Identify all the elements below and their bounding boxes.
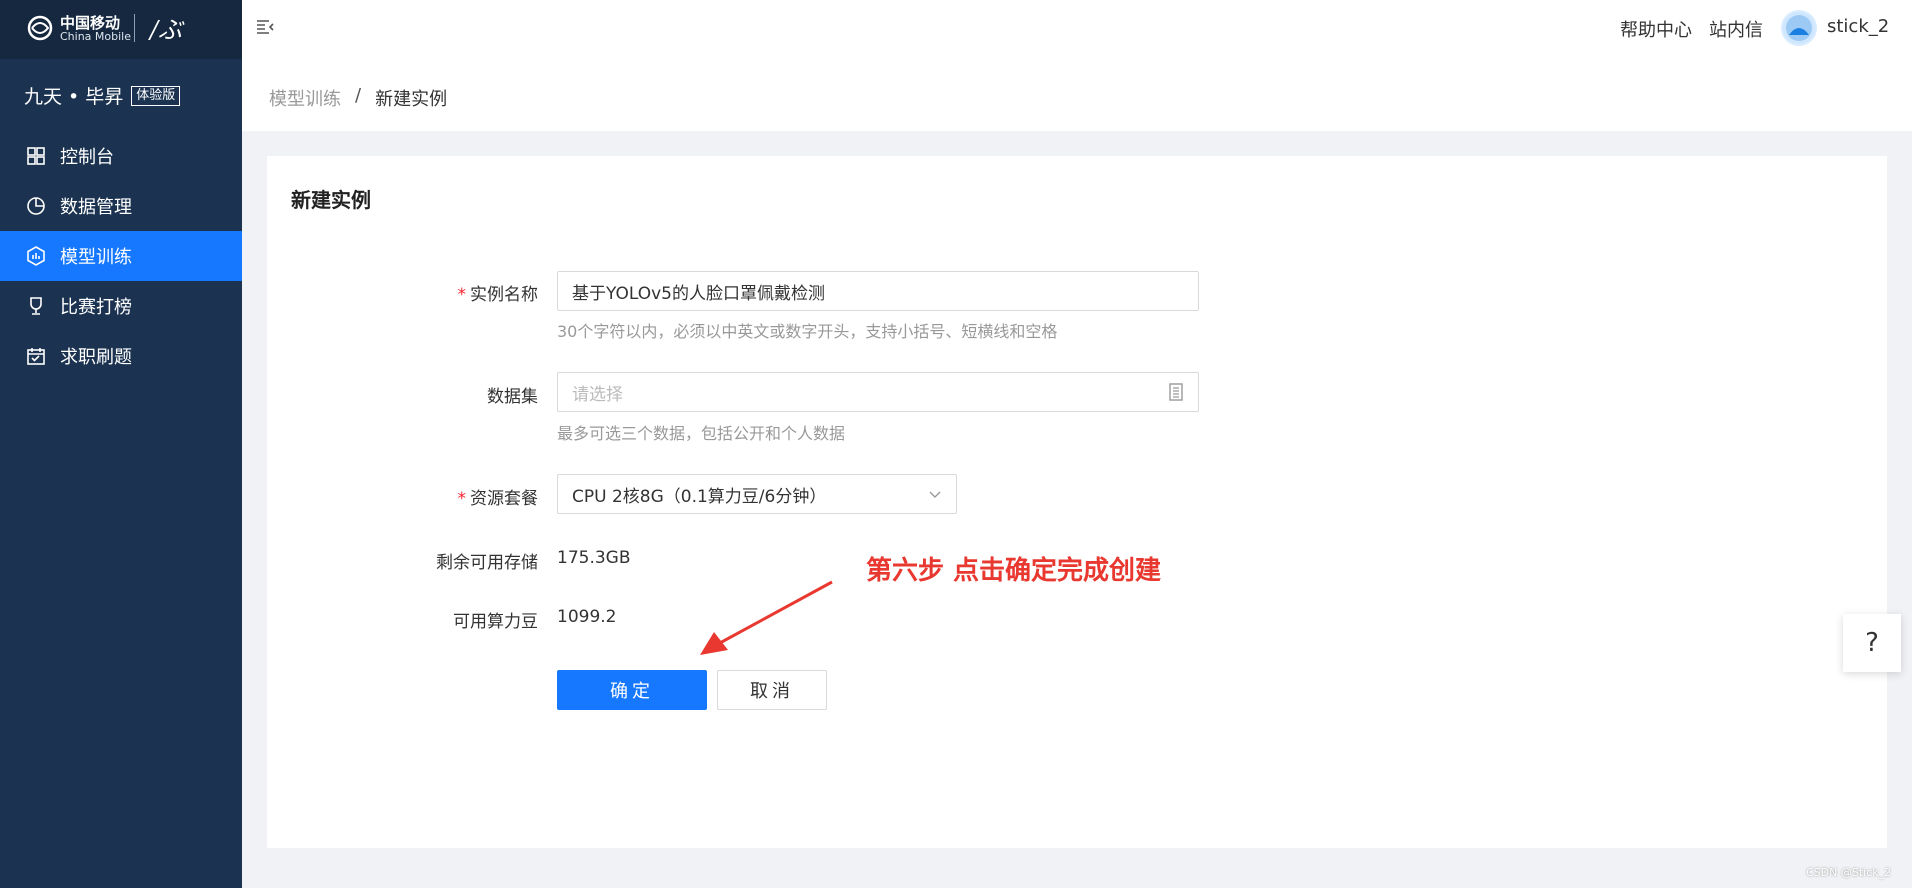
pie-chart-icon: [25, 195, 47, 217]
resource-label: * 资源套餐: [457, 489, 539, 509]
required-mark: *: [457, 285, 467, 305]
help-center-link[interactable]: 帮助中心: [1620, 16, 1692, 42]
menu-collapse-icon[interactable]: [254, 16, 276, 38]
username[interactable]: stick_2: [1827, 16, 1889, 37]
compute-beans-label: 可用算力豆: [453, 612, 538, 632]
logo-divider: [134, 14, 135, 42]
user-avatar-icon: [1786, 15, 1812, 41]
sidebar-item-console[interactable]: 控制台: [0, 131, 242, 181]
sidebar-item-label: 模型训练: [60, 247, 132, 268]
annotation-arrow-icon: [700, 580, 833, 655]
tutorial-annotation: 第六步 点击确定完成创建: [866, 556, 1162, 586]
sidebar-item-label: 求职刷题: [60, 347, 132, 368]
sidebar-item-job-practice[interactable]: 求职刷题: [0, 331, 242, 381]
breadcrumb-bar: 模型训练 / 新建实例: [242, 59, 1912, 131]
brand: 九天 • 毕昇 体验版: [24, 82, 181, 109]
resource-select[interactable]: CPU 2核8G（0.1算力豆/6分钟）: [557, 474, 957, 514]
brand-badge: 体验版: [131, 85, 181, 106]
sidebar-item-model-training[interactable]: 模型训练: [0, 231, 242, 281]
instance-name-value: 基于YOLOv5的人脸口罩佩戴检测: [572, 283, 825, 304]
logo-bar: 中国移动 China Mobile /ぶ: [0, 0, 242, 59]
page-title: 新建实例: [291, 188, 371, 212]
breadcrumb-separator: /: [355, 85, 362, 106]
storage-label: 剩余可用存储: [436, 553, 538, 573]
resource-value: CPU 2核8G（0.1算力豆/6分钟）: [572, 486, 827, 507]
model-training-icon: [25, 245, 47, 267]
breadcrumb-parent[interactable]: 模型训练: [269, 85, 341, 111]
logo-signature: /ぶ: [150, 16, 183, 44]
dataset-help: 最多可选三个数据，包括公开和个人数据: [557, 424, 846, 443]
sidebar-item-label: 比赛打榜: [60, 297, 132, 318]
floating-help-button[interactable]: ?: [1843, 614, 1901, 672]
top-header: 帮助中心 站内信 stick_2: [242, 0, 1912, 59]
confirm-button[interactable]: 确定: [557, 670, 707, 710]
instance-name-input[interactable]: 基于YOLOv5的人脸口罩佩戴检测: [557, 271, 1199, 311]
china-mobile-logo-icon: [27, 15, 53, 41]
watermark: CSDN @Stick_2: [1806, 866, 1892, 879]
chevron-down-icon: [929, 491, 941, 498]
calendar-icon: [25, 345, 47, 367]
breadcrumb: 模型训练 / 新建实例: [269, 85, 447, 111]
instance-name-label: * 实例名称: [457, 285, 539, 305]
trophy-icon: [25, 295, 47, 317]
sidebar-item-competition[interactable]: 比赛打榜: [0, 281, 242, 331]
sidebar-item-label: 数据管理: [60, 197, 132, 218]
avatar[interactable]: [1781, 10, 1817, 46]
dataset-label: 数据集: [487, 387, 538, 407]
compute-beans-value: 1099.2: [557, 607, 617, 627]
dataset-placeholder: 请选择: [572, 384, 623, 405]
instance-name-help: 30个字符以内，必须以中英文或数字开头，支持小括号、短横线和空格: [557, 322, 1058, 341]
brand-name: 九天 • 毕昇: [24, 86, 124, 108]
required-mark: *: [457, 489, 467, 509]
document-list-icon: [1169, 383, 1183, 401]
sidebar-item-label: 控制台: [60, 147, 114, 168]
cancel-button[interactable]: 取消: [717, 670, 827, 710]
sidebar-menu: 控制台 数据管理 模型训练 比赛打榜 求职刷题: [0, 131, 242, 381]
sidebar-item-data-management[interactable]: 数据管理: [0, 181, 242, 231]
sidebar: 中国移动 China Mobile /ぶ 九天 • 毕昇 体验版 控制台 数据管…: [0, 0, 242, 888]
inbox-link[interactable]: 站内信: [1709, 16, 1763, 42]
form-card: 新建实例 * 实例名称 基于YOLOv5的人脸口罩佩戴检测 30个字符以内，必须以…: [267, 156, 1887, 848]
breadcrumb-current: 新建实例: [375, 89, 448, 110]
dataset-select[interactable]: 请选择: [557, 372, 1199, 412]
logo-text-en: China Mobile: [60, 30, 132, 43]
storage-value: 175.3GB: [557, 548, 631, 568]
grid-icon: [25, 145, 47, 167]
